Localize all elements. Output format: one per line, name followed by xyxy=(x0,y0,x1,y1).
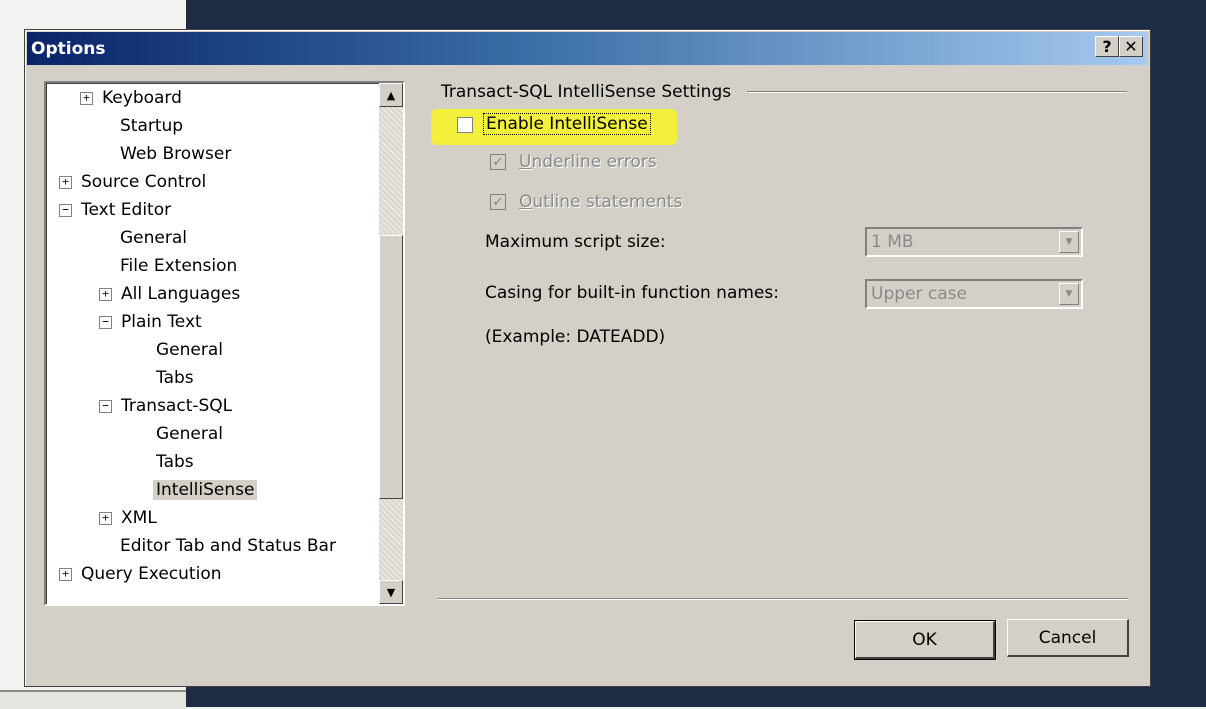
options-tree[interactable]: + Keyboard Startup Web Browser + Source … xyxy=(44,81,405,606)
tree-item-plain-text-tabs[interactable]: Tabs xyxy=(156,365,194,391)
tree-item-label-selected: IntelliSense xyxy=(153,480,258,500)
scroll-down-button[interactable]: ▼ xyxy=(379,580,403,604)
scroll-down-icon: ▼ xyxy=(386,585,396,599)
max-script-size-label: Maximum script size: xyxy=(485,232,666,252)
chevron-down-icon[interactable]: ▼ xyxy=(1059,231,1079,253)
chevron-down-icon[interactable]: ▼ xyxy=(1059,283,1079,305)
enable-intellisense-label[interactable]: Enable IntelliSense xyxy=(483,113,651,135)
close-icon: ✕ xyxy=(1124,37,1138,56)
tree-item-label: Query Execution xyxy=(81,564,222,584)
cancel-button[interactable]: Cancel xyxy=(1007,619,1129,657)
tree-item-label: Plain Text xyxy=(121,312,202,332)
group-divider xyxy=(747,91,1127,93)
underline-errors-accesskey: U xyxy=(519,152,532,172)
options-dialog: Options ? ✕ + Keyboard Startup Web Brows… xyxy=(24,29,1151,687)
casing-example: (Example: DATEADD) xyxy=(485,327,666,347)
tree-item-tsql-general[interactable]: General xyxy=(156,421,223,447)
tree-item-editor-tab-status-bar[interactable]: Editor Tab and Status Bar xyxy=(120,533,336,559)
casing-value: Upper case xyxy=(871,284,967,304)
tree-item-label: General xyxy=(120,228,187,248)
tree-item-label: Tabs xyxy=(156,452,194,472)
underline-errors-label[interactable]: Underline errors xyxy=(519,152,657,172)
tree-item-startup[interactable]: Startup xyxy=(120,113,183,139)
tree-item-label: Editor Tab and Status Bar xyxy=(120,536,336,556)
tree-item-label: Tabs xyxy=(156,368,194,388)
collapse-icon[interactable]: − xyxy=(99,316,112,329)
enable-intellisense-checkbox[interactable] xyxy=(457,117,473,133)
tree-item-tsql-tabs[interactable]: Tabs xyxy=(156,449,194,475)
ok-button[interactable]: OK xyxy=(854,620,996,660)
casing-label: Casing for built-in function names: xyxy=(485,283,779,303)
casing-select[interactable]: Upper case ▼ xyxy=(865,279,1083,309)
check-icon: ✓ xyxy=(492,194,504,210)
expand-icon[interactable]: + xyxy=(59,176,72,189)
collapse-icon[interactable]: − xyxy=(59,204,72,217)
underline-errors-text: nderline errors xyxy=(531,152,657,172)
group-title: Transact-SQL IntelliSense Settings xyxy=(441,82,732,102)
tree-item-label: General xyxy=(156,424,223,444)
collapse-icon[interactable]: − xyxy=(99,400,112,413)
check-icon: ✓ xyxy=(492,154,504,170)
dropdown-glyph: ▼ xyxy=(1065,237,1073,247)
underline-errors-checkbox[interactable]: ✓ xyxy=(490,154,506,170)
outline-statements-text: utline statements xyxy=(532,192,683,212)
background-taskbar-fragment xyxy=(0,690,186,709)
scroll-up-button[interactable]: ▲ xyxy=(379,83,403,107)
outline-statements-label[interactable]: Outline statements xyxy=(519,192,682,212)
expand-icon[interactable]: + xyxy=(59,568,72,581)
tree-item-plain-text-general[interactable]: General xyxy=(156,337,223,363)
tree-item-tsql-intellisense[interactable]: IntelliSense xyxy=(153,477,258,503)
expand-icon[interactable]: + xyxy=(99,288,112,301)
tree-item-label: Text Editor xyxy=(81,200,172,220)
dropdown-glyph: ▼ xyxy=(1065,289,1073,299)
outline-statements-checkbox[interactable]: ✓ xyxy=(490,194,506,210)
dialog-title: Options xyxy=(31,38,106,59)
tree-item-label: XML xyxy=(121,508,157,528)
tree-item-label: General xyxy=(156,340,223,360)
help-button[interactable]: ? xyxy=(1095,36,1119,57)
dialog-titlebar[interactable]: Options xyxy=(27,32,1148,65)
max-script-size-value: 1 MB xyxy=(871,232,914,252)
tree-item-label: Source Control xyxy=(81,172,207,192)
scroll-up-icon: ▲ xyxy=(386,88,396,102)
tree-item-label: Web Browser xyxy=(120,144,232,164)
tree-scrollbar[interactable]: ▲ ▼ xyxy=(379,83,403,604)
button-separator xyxy=(438,598,1128,600)
help-icon: ? xyxy=(1102,37,1112,56)
close-button[interactable]: ✕ xyxy=(1119,36,1143,57)
tree-item-label: Startup xyxy=(120,116,184,136)
cancel-button-label: Cancel xyxy=(1038,627,1097,648)
tree-item-web-browser[interactable]: Web Browser xyxy=(120,141,231,167)
tree-item-label: All Languages xyxy=(121,284,241,304)
tree-item-text-editor-general[interactable]: General xyxy=(120,225,187,251)
tree-item-label: Transact-SQL xyxy=(121,396,233,416)
expand-icon[interactable]: + xyxy=(99,512,112,525)
ok-button-label: OK xyxy=(912,629,937,650)
tree-item-label: Keyboard xyxy=(102,88,182,108)
tree-item-label: File Extension xyxy=(120,256,238,276)
outline-statements-accesskey: O xyxy=(519,192,533,212)
enable-intellisense-text: Enable IntelliSense xyxy=(483,113,651,135)
scroll-thumb[interactable] xyxy=(379,235,403,499)
expand-icon[interactable]: + xyxy=(80,92,93,105)
max-script-size-select[interactable]: 1 MB ▼ xyxy=(865,227,1083,257)
tree-item-file-extension[interactable]: File Extension xyxy=(120,253,237,279)
